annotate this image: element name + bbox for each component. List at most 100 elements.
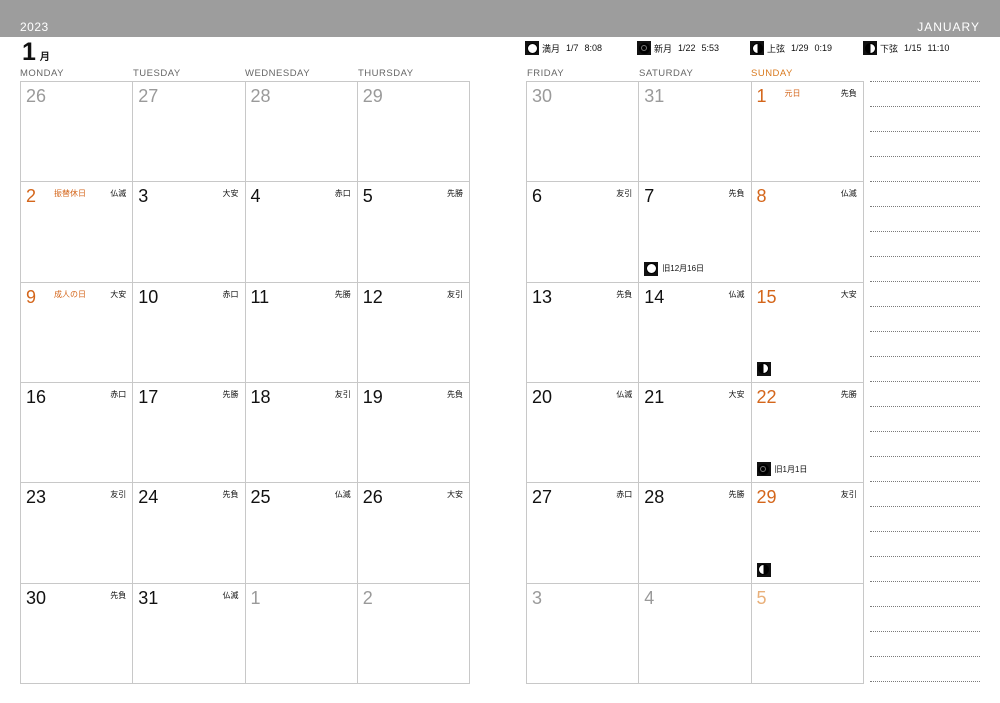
day-cell[interactable]: 27 赤口 <box>527 483 640 584</box>
day-cell[interactable]: 14 仏滅 <box>639 282 752 383</box>
memo-line[interactable] <box>870 381 980 382</box>
day-cell[interactable]: 5 <box>751 583 864 684</box>
day-number: 23 <box>26 487 47 508</box>
day-cell[interactable]: 9 成人の日 大安 <box>21 282 134 383</box>
day-cell[interactable]: 27 <box>133 82 246 183</box>
day-cell[interactable]: 4 赤口 <box>245 182 358 283</box>
day-cell[interactable]: 1 <box>245 583 358 684</box>
day-cell[interactable]: 11 先勝 <box>245 282 358 383</box>
memo-line[interactable] <box>870 281 980 282</box>
full-moon-icon <box>644 261 659 276</box>
day-number: 27 <box>532 487 553 508</box>
day-cell[interactable]: 29 <box>357 82 470 183</box>
rokuyo-label: 大安 <box>447 490 463 500</box>
day-cell[interactable]: 28 先勝 <box>639 483 752 584</box>
memo-line[interactable] <box>870 656 980 657</box>
day-cell[interactable]: 4 <box>639 583 752 684</box>
moon-phase-time: 8:08 <box>584 43 603 53</box>
memo-line[interactable] <box>870 431 980 432</box>
day-number: 27 <box>138 86 159 106</box>
day-cell[interactable]: 16 赤口 <box>21 382 134 484</box>
day-number: 11 <box>250 286 270 307</box>
day-cell[interactable]: 28 <box>245 82 358 183</box>
day-cell[interactable]: 3 大安 <box>133 182 246 283</box>
rokuyo-label: 大安 <box>728 389 745 399</box>
memo-line[interactable] <box>870 606 980 607</box>
rokuyo-label: 友引 <box>447 289 463 299</box>
memo-line[interactable] <box>870 556 980 557</box>
rokuyo-label: 友引 <box>334 389 351 399</box>
moon-phase-date: 1/7 <box>566 43 579 53</box>
day-cell[interactable]: 2 <box>357 583 470 684</box>
day-number: 25 <box>250 487 271 508</box>
day-cell[interactable]: 6 友引 <box>527 182 640 283</box>
day-cell[interactable]: 7 先負 旧12月16日 <box>639 182 752 283</box>
memo-line[interactable] <box>870 331 980 332</box>
rokuyo-label: 先勝 <box>447 189 463 199</box>
rokuyo-label: 先勝 <box>728 490 745 500</box>
memo-line[interactable] <box>870 406 980 407</box>
memo-line[interactable] <box>870 456 980 457</box>
moon-phase-time: 0:19 <box>814 43 833 53</box>
weekday-header-wednesday: WEDNESDAY <box>245 68 311 79</box>
memo-line[interactable] <box>870 531 980 532</box>
day-cell[interactable]: 31 仏滅 <box>133 583 246 684</box>
day-cell[interactable]: 19 先負 <box>357 382 470 484</box>
memo-line[interactable] <box>870 181 980 182</box>
day-number: 1 <box>250 587 261 608</box>
memo-line[interactable] <box>870 581 980 582</box>
day-cell[interactable]: 29 友引 <box>751 483 864 584</box>
calendar-grid-left: 26 27 28 29 2 振替休日 仏滅 3 大安 4 赤口 5 先勝 9 成人の日 大安 10 赤口 11 先勝 1… <box>20 81 470 684</box>
day-cell[interactable]: 21 大安 <box>639 382 752 484</box>
weekday-header-sunday: SUNDAY <box>751 68 793 79</box>
memo-line[interactable] <box>870 231 980 232</box>
lunar-date-note: 旧1月1日 <box>774 464 808 474</box>
day-cell[interactable]: 8 仏滅 <box>751 182 864 283</box>
day-cell[interactable]: 20 仏滅 <box>527 382 640 484</box>
day-cell[interactable]: 26 大安 <box>357 483 470 584</box>
memo-line[interactable] <box>870 106 980 107</box>
day-cell[interactable]: 30 <box>527 82 640 183</box>
memo-line[interactable] <box>870 481 980 482</box>
day-cell[interactable]: 18 友引 <box>245 382 358 484</box>
memo-line[interactable] <box>870 356 980 357</box>
day-number: 17 <box>138 386 159 407</box>
first-quarter-moon-icon <box>750 41 764 55</box>
rokuyo-label: 先負 <box>222 490 239 500</box>
rokuyo-label: 仏滅 <box>616 389 633 399</box>
day-cell[interactable]: 25 仏滅 <box>245 483 358 584</box>
holiday-label: 成人の日 <box>54 289 86 299</box>
memo-line[interactable] <box>870 81 980 82</box>
memo-line[interactable] <box>870 156 980 157</box>
day-cell[interactable]: 15 大安 <box>751 282 864 383</box>
day-cell[interactable]: 17 先勝 <box>133 382 246 484</box>
day-cell[interactable]: 10 赤口 <box>133 282 246 383</box>
rokuyo-label: 大安 <box>222 189 239 199</box>
day-cell[interactable]: 3 <box>527 583 640 684</box>
day-cell[interactable]: 1 元日 先負 <box>751 82 864 183</box>
header-bar: 2023 JANUARY <box>0 0 1000 37</box>
day-cell[interactable]: 13 先負 <box>527 282 640 383</box>
day-cell[interactable]: 23 友引 <box>21 483 134 584</box>
rokuyo-label: 先勝 <box>334 289 351 299</box>
memo-line[interactable] <box>870 681 980 682</box>
memo-line[interactable] <box>870 631 980 632</box>
rokuyo-label: 友引 <box>616 189 633 199</box>
memo-line[interactable] <box>870 506 980 507</box>
memo-line[interactable] <box>870 306 980 307</box>
memo-line[interactable] <box>870 256 980 257</box>
day-cell[interactable]: 30 先負 <box>21 583 134 684</box>
memo-line[interactable] <box>870 131 980 132</box>
rokuyo-label: 先負 <box>616 289 633 299</box>
day-cell[interactable]: 26 <box>21 82 134 183</box>
memo-line[interactable] <box>870 206 980 207</box>
day-cell[interactable]: 5 先勝 <box>357 182 470 283</box>
day-cell[interactable]: 12 友引 <box>357 282 470 383</box>
rokuyo-label: 先勝 <box>222 389 239 399</box>
moon-phase-label: 満月 <box>542 43 561 54</box>
day-cell[interactable]: 2 振替休日 仏滅 <box>21 182 134 283</box>
day-cell[interactable]: 22 先勝 旧1月1日 <box>751 382 864 484</box>
day-number: 2 <box>26 186 37 207</box>
day-cell[interactable]: 24 先負 <box>133 483 246 584</box>
day-cell[interactable]: 31 <box>639 82 752 183</box>
